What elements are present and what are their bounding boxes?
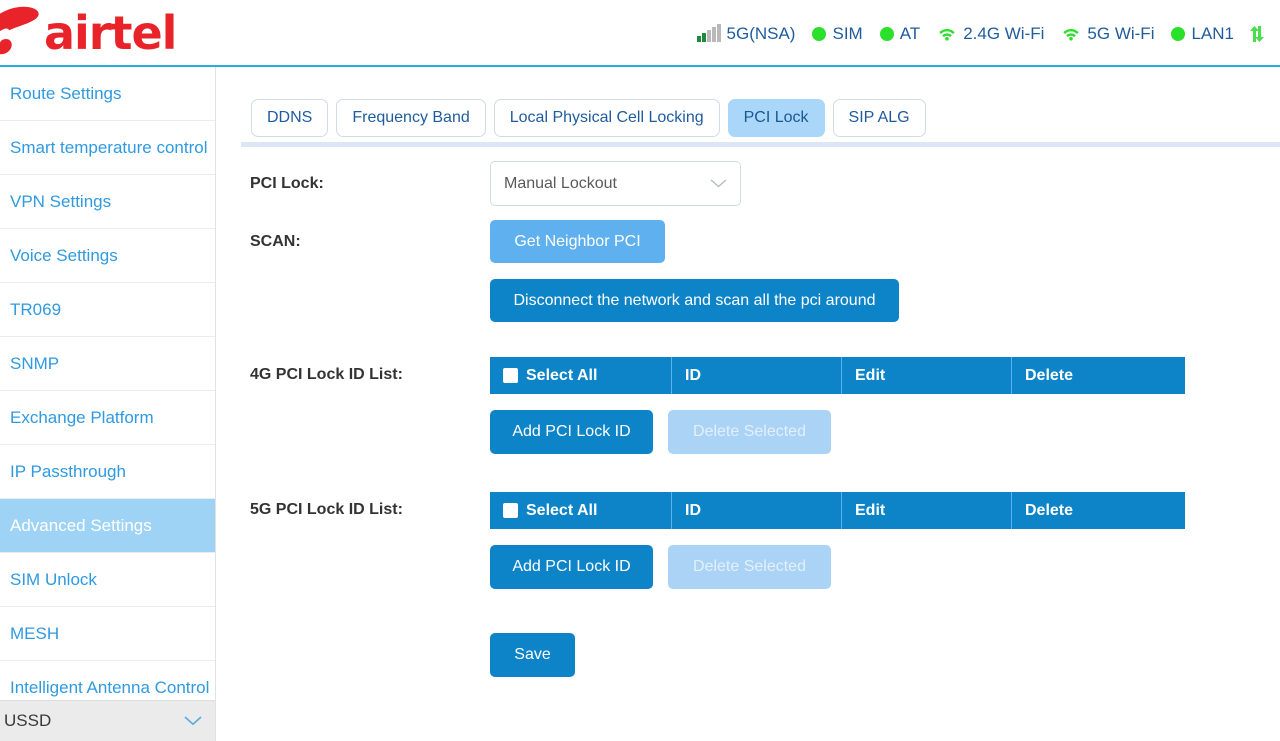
sidebar-item-voice-settings[interactable]: Voice Settings — [0, 229, 215, 283]
sidebar-item-tr069[interactable]: TR069 — [0, 283, 215, 337]
scan-controls: Get Neighbor PCI Disconnect the network … — [490, 220, 1280, 322]
sidebar-section-ussd[interactable]: USSD — [0, 700, 215, 741]
status-dot-icon — [879, 26, 894, 41]
settings-tabs[interactable]: DDNS Frequency Band Local Physical Cell … — [251, 99, 926, 137]
status-item-lan1[interactable]: LAN1 — [1171, 24, 1234, 44]
label-pci-lock: PCI Lock: — [250, 175, 324, 192]
label-5g-pci-lock-list: 5G PCI Lock ID List: — [250, 501, 403, 518]
4g-column-delete: Delete — [1025, 366, 1074, 384]
4g-add-pci-lock-id-button[interactable]: Add PCI Lock ID — [490, 410, 653, 454]
sidebar-item-smart-temperature-control[interactable]: Smart temperature control — [0, 121, 215, 175]
status-item-wifi-5g[interactable]: 5G Wi-Fi — [1061, 24, 1154, 44]
pci-lock-control: Manual Lockout — [490, 161, 1280, 206]
chevron-down-icon — [184, 716, 202, 726]
4g-select-all-cell[interactable]: Select All — [490, 357, 672, 394]
sidebar-item-sim-unlock[interactable]: SIM Unlock — [0, 553, 215, 607]
4g-select-all-checkbox[interactable] — [503, 368, 518, 383]
5g-select-all-cell[interactable]: Select All — [490, 492, 672, 529]
disconnect-and-scan-button[interactable]: Disconnect the network and scan all the … — [490, 279, 899, 322]
label-4g-pci-lock-list: 4G PCI Lock ID List: — [250, 366, 403, 383]
airtel-swoosh-icon — [0, 6, 39, 55]
row-pci-lock: PCI Lock: Manual Lockout — [217, 161, 1280, 206]
4g-column-select-all: Select All — [526, 366, 598, 384]
status-item-sim[interactable]: SIM — [812, 23, 863, 44]
5g-column-delete: Delete — [1025, 501, 1074, 519]
sidebar-item-advanced-settings[interactable]: Advanced Settings — [0, 499, 215, 553]
router-admin-page: airtel 5G(NSA) SIM AT 2.4G Wi-Fi 5G Wi-F… — [0, 0, 1280, 741]
5g-column-edit: Edit — [842, 492, 1012, 529]
row-save: Save — [217, 633, 1280, 677]
5g-add-pci-lock-id-button[interactable]: Add PCI Lock ID — [490, 545, 653, 589]
tab-frequency-band[interactable]: Frequency Band — [336, 99, 486, 137]
status-dot-icon — [1171, 26, 1186, 41]
4g-list-actions: Add PCI Lock ID Delete Selected — [490, 410, 1280, 454]
5g-delete-selected-button[interactable]: Delete Selected — [668, 545, 831, 589]
status-label-network: 5G(NSA) — [726, 23, 796, 43]
sidebar-item-route-settings[interactable]: Route Settings — [0, 67, 215, 121]
sidebar-item-mesh[interactable]: MESH — [0, 607, 215, 661]
row-4g-pci-lock-list: 4G PCI Lock ID List: Select All ID Edit … — [217, 357, 1280, 454]
sidebar-section-label: USSD — [4, 711, 52, 730]
5g-list-control: Select All ID Edit Delete Add PCI Lock I… — [490, 492, 1280, 589]
save-control: Save — [490, 633, 1280, 677]
pci-lock-select[interactable]: Manual Lockout — [490, 161, 741, 206]
4g-column-id: ID — [672, 357, 842, 394]
signal-bars-icon — [697, 23, 721, 42]
tab-pci-lock[interactable]: PCI Lock — [727, 99, 825, 137]
tabs-divider — [241, 142, 1280, 147]
status-item-network[interactable]: 5G(NSA) — [697, 23, 796, 44]
4g-column-edit: Edit — [842, 357, 1012, 394]
row-scan: SCAN: Get Neighbor PCI Disconnect the ne… — [217, 220, 1280, 322]
main-content: DDNS Frequency Band Local Physical Cell … — [217, 67, 1280, 741]
sidebar-nav[interactable]: Route Settings Smart temperature control… — [0, 67, 216, 741]
sidebar-item-exchange-platform[interactable]: Exchange Platform — [0, 391, 215, 445]
brand-name: airtel — [44, 6, 177, 60]
sidebar-item-vpn-settings[interactable]: VPN Settings — [0, 175, 215, 229]
status-label-at: AT — [899, 23, 921, 43]
label-scan: SCAN: — [250, 233, 301, 250]
tab-ddns[interactable]: DDNS — [251, 99, 329, 137]
pci-lock-selected-value: Manual Lockout — [504, 174, 617, 192]
status-dot-icon — [812, 26, 827, 41]
tab-local-physical-cell-locking[interactable]: Local Physical Cell Locking — [493, 99, 720, 137]
tab-sip-alg[interactable]: SIP ALG — [832, 99, 926, 137]
5g-column-id: ID — [672, 492, 842, 529]
status-label-wifi-24g: 2.4G Wi-Fi — [963, 23, 1045, 43]
status-item-at[interactable]: AT — [879, 23, 921, 44]
status-label-lan1: LAN1 — [1191, 23, 1234, 43]
row-5g-pci-lock-list: 5G PCI Lock ID List: Select All ID Edit … — [217, 492, 1280, 589]
sidebar-item-snmp[interactable]: SNMP — [0, 337, 215, 391]
status-label-sim: SIM — [832, 23, 863, 43]
chevron-down-icon — [710, 179, 727, 188]
5g-select-all-checkbox[interactable] — [503, 503, 518, 518]
pci-lock-form: PCI Lock: Manual Lockout SCAN: Get Neigh… — [217, 155, 1280, 677]
4g-pci-table-header: Select All ID Edit Delete — [490, 357, 1185, 394]
wifi-icon — [1063, 28, 1080, 40]
brand-logo[interactable]: airtel — [0, 2, 177, 64]
data-transfer-icon — [1250, 25, 1264, 42]
get-neighbor-pci-button[interactable]: Get Neighbor PCI — [490, 220, 665, 263]
wifi-icon — [939, 28, 955, 40]
4g-list-control: Select All ID Edit Delete Add PCI Lock I… — [490, 357, 1280, 454]
5g-pci-table-header: Select All ID Edit Delete — [490, 492, 1185, 529]
save-button[interactable]: Save — [490, 633, 575, 677]
4g-delete-selected-button[interactable]: Delete Selected — [668, 410, 831, 454]
status-bar: 5G(NSA) SIM AT 2.4G Wi-Fi 5G Wi-Fi LAN1 — [680, 0, 1266, 67]
sidebar-item-ip-passthrough[interactable]: IP Passthrough — [0, 445, 215, 499]
status-item-wifi-24g[interactable]: 2.4G Wi-Fi — [937, 24, 1044, 44]
5g-column-select-all: Select All — [526, 501, 598, 519]
page-header: airtel 5G(NSA) SIM AT 2.4G Wi-Fi 5G Wi-F… — [0, 0, 1280, 67]
5g-list-actions: Add PCI Lock ID Delete Selected — [490, 545, 1280, 589]
status-label-wifi-5g: 5G Wi-Fi — [1087, 23, 1155, 43]
